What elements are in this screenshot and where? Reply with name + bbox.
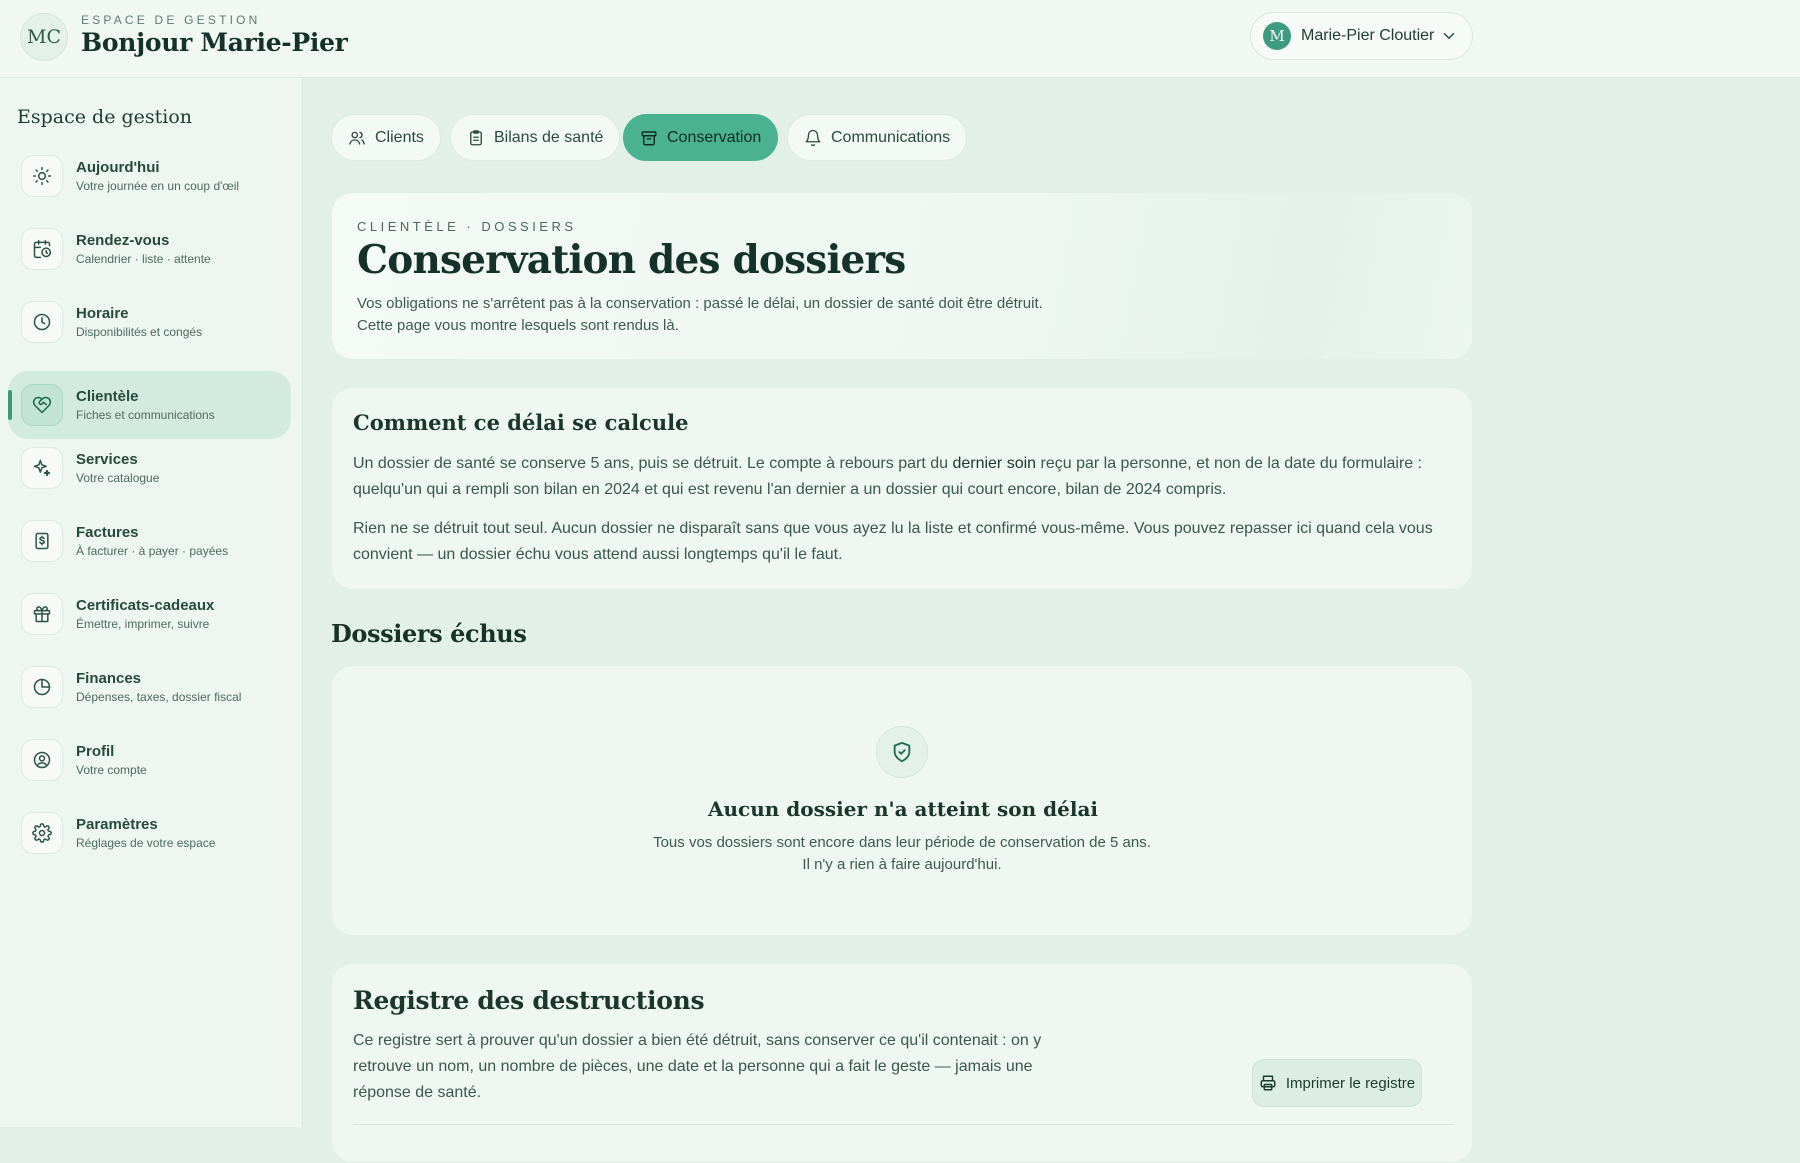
sidebar-item-label: Horaire (76, 305, 129, 322)
sidebar-item-profil[interactable]: Profil Votre compte (8, 726, 291, 794)
sidebar-item-rendez-vous[interactable]: Rendez-vous Calendrier · liste · attente (8, 215, 291, 283)
tab-conservation[interactable]: Conservation (623, 114, 779, 161)
sidebar-item-sub: Votre catalogue (76, 471, 160, 485)
sidebar-item-parametres[interactable]: Paramètres Réglages de votre espace (8, 799, 291, 867)
gift-icon (21, 593, 63, 635)
gear-icon (21, 812, 63, 854)
user-name: Marie-Pier Cloutier (1301, 27, 1435, 44)
expired-section-heading: Dossiers échus (331, 619, 527, 648)
page-description-line: Cette page vous montre lesquels sont ren… (357, 317, 679, 334)
delay-explanation-paragraph: Rien ne se détruit tout seul. Aucun doss… (353, 520, 1433, 563)
sidebar-item-sub: Dépenses, taxes, dossier fiscal (76, 690, 242, 704)
greeting-title: Bonjour Marie-Pier (81, 28, 348, 57)
users-icon (349, 131, 365, 145)
user-menu-button[interactable]: M Marie-Pier Cloutier (1250, 12, 1473, 60)
sidebar-item-certificats[interactable]: Certificats-cadeaux Émettre, imprimer, s… (8, 580, 291, 648)
sidebar-item-sub: Émettre, imprimer, suivre (76, 617, 210, 631)
clipboard-icon (470, 129, 482, 145)
hero-card: CLIENTÈLE · DOSSIERS Conservation des do… (331, 192, 1473, 360)
delay-text-part: Un dossier de santé se conserve 5 ans, p… (353, 455, 953, 472)
delay-explanation-card: Comment ce délai se calcule Un dossier d… (331, 387, 1473, 590)
tab-label: Communications (831, 128, 951, 146)
sidebar-title: Espace de gestion (17, 106, 193, 128)
top-bar: MC ESPACE DE GESTION Bonjour Marie-Pier … (0, 0, 1800, 78)
page-title: Conservation des dossiers (357, 237, 906, 283)
bell-icon (805, 129, 821, 146)
archive-icon (641, 130, 657, 145)
empty-state-title: Aucun dossier n'a atteint son délai (708, 797, 1098, 821)
page-description: Vos obligations ne s'arrêtent pas à la c… (357, 293, 1117, 337)
tab-clients[interactable]: Clients (331, 114, 441, 161)
sidebar-item-finances[interactable]: Finances Dépenses, taxes, dossier fiscal (8, 653, 291, 721)
sidebar-item-label: Paramètres (76, 816, 158, 833)
chevron-down-icon (1443, 33, 1455, 39)
pie-chart-icon (21, 666, 63, 708)
empty-state-description: Tous vos dossiers sont encore dans leur … (653, 834, 1151, 873)
tab-label: Conservation (667, 128, 762, 146)
sidebar: Espace de gestion Aujourd'hui Votre jour… (0, 78, 303, 1127)
printer-icon (1260, 1075, 1276, 1091)
sidebar-item-sub: Disponibilités et congés (76, 325, 203, 339)
receipt-icon (21, 520, 63, 562)
sidebar-item-label: Certificats-cadeaux (76, 597, 215, 614)
sidebar-item-factures[interactable]: Factures À facturer · à payer · payées (8, 507, 291, 575)
sidebar-item-label: Profil (76, 743, 115, 760)
sidebar-item-sub: Réglages de votre espace (76, 836, 216, 850)
sidebar-item-label: Clientèle (76, 388, 139, 405)
empty-state-card: Aucun dossier n'a atteint son délai Tous… (331, 665, 1473, 936)
heart-handshake-icon (21, 384, 63, 426)
user-circle-icon (21, 739, 63, 781)
tab-bilans[interactable]: Bilans de santé (450, 114, 621, 161)
brand-eyebrow: ESPACE DE GESTION (81, 13, 261, 27)
print-registry-button[interactable]: Imprimer le registre (1252, 1059, 1422, 1107)
shield-check-icon (876, 726, 928, 778)
delay-explanation-title: Comment ce délai se calcule (353, 410, 689, 435)
registry-description: Ce registre sert à prouver qu'un dossier… (353, 1032, 1042, 1101)
sidebar-item-clientele[interactable]: Clientèle Fiches et communications (8, 371, 291, 439)
avatar: M (1263, 22, 1291, 50)
destruction-registry-card: Registre des destructions Ce registre se… (331, 963, 1473, 1163)
sidebar-item-sub: Votre journée en un coup d'œil (76, 179, 240, 193)
clock-icon (21, 301, 63, 343)
registry-title: Registre des destructions (353, 986, 705, 1015)
sidebar-item-label: Services (76, 451, 138, 468)
sidebar-item-sub: Fiches et communications (76, 408, 215, 422)
sidebar-item-label: Finances (76, 670, 142, 687)
divider (353, 1124, 1453, 1125)
sun-icon (21, 155, 63, 197)
page-description-line: Vos obligations ne s'arrêtent pas à la c… (357, 295, 1043, 312)
sidebar-item-services[interactable]: Services Votre catalogue (8, 434, 291, 502)
sidebar-item-label: Factures (76, 524, 139, 541)
print-registry-label: Imprimer le registre (1285, 1074, 1416, 1092)
sidebar-item-label: Aujourd'hui (76, 159, 160, 176)
sparkles-icon (21, 447, 63, 489)
delay-explanation-paragraph: Un dossier de santé se conserve 5 ans, p… (353, 451, 1453, 503)
sidebar-item-horaire[interactable]: Horaire Disponibilités et congés (8, 288, 291, 356)
sidebar-item-sub: Votre compte (76, 763, 147, 777)
calendar-clock-icon (21, 228, 63, 270)
brand-avatar: MC (20, 13, 68, 61)
tab-label: Clients (375, 128, 424, 146)
breadcrumb: CLIENTÈLE · DOSSIERS (357, 219, 577, 234)
sidebar-item-label: Rendez-vous (76, 232, 170, 249)
sidebar-item-sub: À facturer · à payer · payées (76, 544, 229, 558)
delay-text-emphasis: dernier soin (952, 455, 1037, 472)
tab-communications[interactable]: Communications (787, 114, 968, 161)
sidebar-item-aujourdhui[interactable]: Aujourd'hui Votre journée en un coup d'œ… (8, 142, 291, 210)
tab-label: Bilans de santé (494, 128, 604, 146)
sidebar-item-sub: Calendrier · liste · attente (76, 252, 211, 266)
